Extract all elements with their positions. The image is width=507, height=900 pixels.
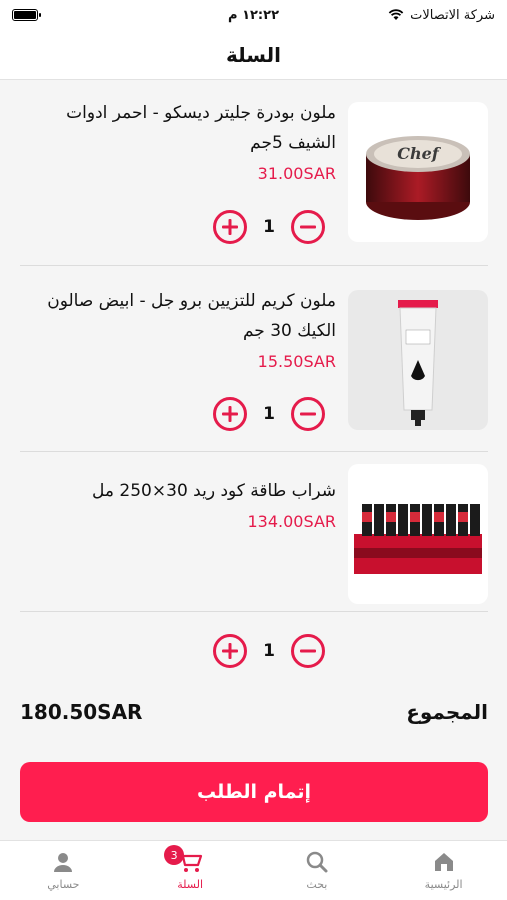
increase-quantity-button[interactable] bbox=[213, 210, 247, 244]
item-info: شراب طاقة كود ريد 30×250 مل 134.00SAR bbox=[20, 476, 336, 531]
search-icon bbox=[306, 851, 328, 873]
item-name: شراب طاقة كود ريد 30×250 مل bbox=[92, 481, 336, 501]
carrier-name: شركة الاتصالات bbox=[410, 7, 495, 23]
item-price: 31.00SAR bbox=[257, 164, 336, 183]
order-total: 180.50SAR المجموع bbox=[20, 700, 488, 724]
tab-label: السلة bbox=[177, 878, 203, 891]
decrease-quantity-button[interactable] bbox=[291, 634, 325, 668]
increase-quantity-button[interactable] bbox=[213, 397, 247, 431]
battery-icon bbox=[12, 9, 41, 21]
quantity-stepper: 1 bbox=[213, 397, 325, 431]
status-time: ١٢:٢٢ م bbox=[228, 7, 279, 23]
status-bar: ١٢:٢٢ م شركة الاتصالات bbox=[0, 0, 507, 30]
product-image[interactable] bbox=[348, 290, 488, 430]
quantity-value: 1 bbox=[263, 217, 275, 237]
total-value: 180.50SAR bbox=[20, 700, 143, 724]
page-title: السلة bbox=[225, 42, 281, 67]
bottom-tab-bar: الرئيسية بحث 3 السلة حسابي bbox=[0, 840, 507, 900]
decrease-quantity-button[interactable] bbox=[291, 397, 325, 431]
tab-cart[interactable]: 3 السلة bbox=[127, 841, 254, 900]
total-label: المجموع bbox=[406, 700, 488, 724]
gel-tube-image bbox=[398, 300, 438, 426]
product-image[interactable]: Chef bbox=[348, 102, 488, 242]
wifi-icon bbox=[388, 9, 404, 20]
tab-home[interactable]: الرئيسية bbox=[380, 841, 507, 900]
cart-item: شراب طاقة كود ريد 30×250 مل 134.00SAR 1 bbox=[20, 452, 488, 668]
quantity-stepper: 1 bbox=[213, 210, 325, 244]
item-info: ملون بودرة جليتر ديسكو - احمر ادوات الشي… bbox=[20, 98, 336, 183]
item-info: ملون كريم للتزيين برو جل - ابيض صالون ال… bbox=[20, 286, 336, 371]
svg-text:Chef: Chef bbox=[397, 144, 442, 163]
glitter-jar-image: Chef bbox=[366, 136, 470, 220]
tab-search[interactable]: بحث bbox=[254, 841, 381, 900]
product-image[interactable] bbox=[348, 464, 488, 604]
tab-label: حسابي bbox=[47, 878, 80, 891]
tab-label: بحث bbox=[306, 878, 328, 891]
checkout-button[interactable]: إتمام الطلب bbox=[20, 762, 488, 822]
energy-drink-pack-image bbox=[354, 504, 482, 574]
tab-account[interactable]: حسابي bbox=[0, 841, 127, 900]
cart-badge: 3 bbox=[164, 845, 185, 865]
item-name: ملون بودرة جليتر ديسكو - احمر ادوات الشي… bbox=[66, 103, 336, 153]
item-price: 134.00SAR bbox=[247, 512, 337, 531]
decrease-quantity-button[interactable] bbox=[291, 210, 325, 244]
cart-item: Chef ملون بودرة جليتر ديسكو - احمر ادوات… bbox=[20, 80, 488, 266]
home-icon bbox=[434, 853, 453, 871]
quantity-value: 1 bbox=[263, 404, 275, 424]
tab-label: الرئيسية bbox=[424, 878, 463, 891]
quantity-value: 1 bbox=[263, 641, 275, 661]
page-header: السلة bbox=[0, 30, 507, 80]
item-price: 15.50SAR bbox=[257, 352, 336, 371]
increase-quantity-button[interactable] bbox=[213, 634, 247, 668]
status-carrier-group: شركة الاتصالات bbox=[388, 8, 495, 23]
cart-item: ملون كريم للتزيين برو جل - ابيض صالون ال… bbox=[20, 266, 488, 452]
quantity-stepper: 1 bbox=[213, 634, 325, 668]
item-name: ملون كريم للتزيين برو جل - ابيض صالون ال… bbox=[47, 291, 336, 341]
user-icon bbox=[54, 853, 73, 872]
